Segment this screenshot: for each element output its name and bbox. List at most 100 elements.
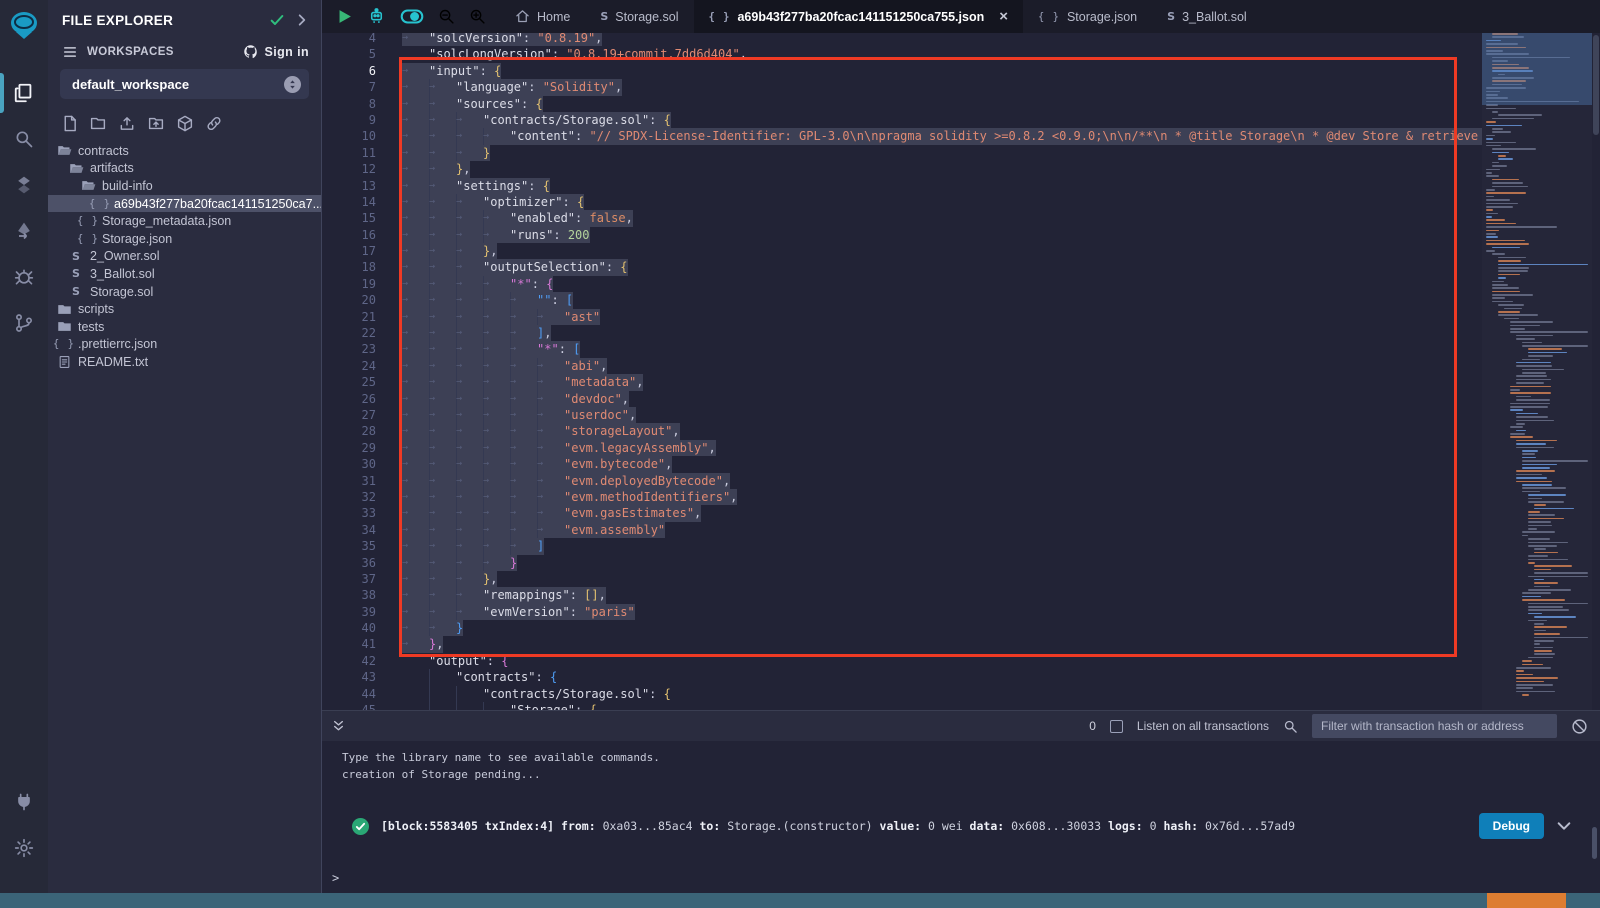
code-line[interactable]: 19→→→→"*": { <box>322 276 1482 292</box>
workspace-select[interactable]: default_workspace <box>60 69 309 99</box>
tree-item[interactable]: build-info <box>48 177 321 195</box>
code-line[interactable]: 24→→→→→→"abi", <box>322 358 1482 374</box>
new-file-icon[interactable] <box>61 115 78 132</box>
code-line[interactable]: 10→→→→"content": "// SPDX-License-Identi… <box>322 128 1482 144</box>
code-line[interactable]: 33→→→→→→"evm.gasEstimates", <box>322 505 1482 521</box>
terminal-search-icon[interactable] <box>1283 719 1298 734</box>
tree-item[interactable]: tests <box>48 318 321 336</box>
debug-button[interactable]: Debug <box>1479 813 1544 839</box>
code-line[interactable]: 36→→→→} <box>322 555 1482 571</box>
transaction-row[interactable]: [block:5583405 txIndex:4] from: 0xa03...… <box>352 813 1600 839</box>
tab-3-ballot-sol[interactable]: S3_Ballot.sol <box>1152 0 1262 33</box>
code-line[interactable]: 22→→→→→], <box>322 325 1482 341</box>
code-line[interactable]: 31→→→→→→"evm.deployedBytecode", <box>322 473 1482 489</box>
sidebar-deploy-run-icon[interactable] <box>0 208 48 254</box>
code-editor[interactable]: 4→"solcVersion": "0.8.19",5"solcLongVers… <box>322 33 1600 710</box>
tx-filter-input[interactable] <box>1312 714 1557 738</box>
code-line[interactable]: 41→}, <box>322 636 1482 652</box>
sidebar-search-icon[interactable] <box>0 116 48 162</box>
code-line[interactable]: 21→→→→→→"ast" <box>322 309 1482 325</box>
tree-item[interactable]: S2_Owner.sol <box>48 248 321 266</box>
tab-storage-sol[interactable]: SStorage.sol <box>585 0 693 33</box>
tree-item[interactable]: { }.prettierrc.json <box>48 336 321 354</box>
sidebar-plugin-manager-icon[interactable] <box>0 779 48 825</box>
code-line[interactable]: 11→→→} <box>322 145 1482 161</box>
sidebar-debugger-icon[interactable] <box>0 254 48 300</box>
code-line[interactable]: 37→→→}, <box>322 571 1482 587</box>
tree-item[interactable]: contracts <box>48 142 321 160</box>
code-line[interactable]: 8→→"sources": { <box>322 96 1482 112</box>
code-line[interactable]: 38→→→"remappings": [], <box>322 587 1482 603</box>
tree-item[interactable]: { }Storage.json <box>48 230 321 248</box>
sidebar-settings-icon[interactable] <box>0 825 48 871</box>
expand-terminal-icon[interactable] <box>332 719 345 734</box>
minimap[interactable] <box>1482 33 1592 710</box>
tree-item[interactable]: SStorage.sol <box>48 283 321 301</box>
code-line[interactable]: 20→→→→→"": [ <box>322 292 1482 308</box>
tree-item[interactable]: scripts <box>48 300 321 318</box>
tree-item[interactable]: artifacts <box>48 160 321 178</box>
tab-close-icon[interactable]: × <box>999 8 1008 25</box>
code-line[interactable]: 12→→}, <box>322 161 1482 177</box>
code-line[interactable]: 26→→→→→→"devdoc", <box>322 391 1482 407</box>
upload-folder-icon[interactable] <box>147 115 165 132</box>
tree-item[interactable]: S3_Ballot.sol <box>48 265 321 283</box>
hamburger-menu-icon[interactable] <box>62 45 78 59</box>
code-line[interactable]: 7→→"language": "Solidity", <box>322 79 1482 95</box>
chevron-right-icon[interactable] <box>295 13 309 27</box>
sidebar-solidity-compiler-icon[interactable] <box>0 162 48 208</box>
new-folder-icon[interactable] <box>89 115 107 132</box>
listen-all-checkbox[interactable] <box>1110 720 1123 733</box>
code-line[interactable]: 27→→→→→→"userdoc", <box>322 407 1482 423</box>
code-line[interactable]: 23→→→→→"*": [ <box>322 341 1482 357</box>
zoom-in-icon[interactable] <box>469 8 486 25</box>
code-line[interactable]: 30→→→→→→"evm.bytecode", <box>322 456 1482 472</box>
code-line[interactable]: 29→→→→→→"evm.legacyAssembly", <box>322 440 1482 456</box>
code-line[interactable]: 34→→→→→→"evm.assembly" <box>322 522 1482 538</box>
tab-storage-json[interactable]: { }Storage.json <box>1023 0 1152 33</box>
code-line[interactable]: 16→→→→"runs": 200 <box>322 227 1482 243</box>
clear-console-icon[interactable] <box>1571 718 1588 735</box>
code-line[interactable]: 43"contracts": { <box>322 669 1482 685</box>
code-line[interactable]: 45"Storage": { <box>322 702 1482 710</box>
sidebar-git-icon[interactable] <box>0 300 48 346</box>
tree-item[interactable]: README.txt <box>48 353 321 371</box>
terminal-prompt[interactable]: > <box>332 871 339 885</box>
editor-scrollbar-thumb[interactable] <box>1593 35 1599 135</box>
cube-icon[interactable] <box>176 115 194 132</box>
code-line[interactable]: 42"output": { <box>322 653 1482 669</box>
code-line[interactable]: 9→→→"contracts/Storage.sol": { <box>322 112 1482 128</box>
code-line[interactable]: 15→→→→"enabled": false, <box>322 210 1482 226</box>
tree-item[interactable]: { }a69b43f277ba20fcac141151250ca7... <box>48 195 321 213</box>
code-line[interactable]: 28→→→→→→"storageLayout", <box>322 423 1482 439</box>
zoom-out-icon[interactable] <box>438 8 455 25</box>
code-line[interactable]: 44"contracts/Storage.sol": { <box>322 686 1482 702</box>
play-icon[interactable] <box>336 8 353 25</box>
code-line[interactable]: 39→→→"evmVersion": "paris" <box>322 604 1482 620</box>
workspace-sort-icon[interactable] <box>284 76 301 93</box>
code-line[interactable]: 14→→→"optimizer": { <box>322 194 1482 210</box>
code-line[interactable]: 17→→→}, <box>322 243 1482 259</box>
terminal-scrollbar-thumb[interactable] <box>1592 827 1597 859</box>
code-line[interactable]: 4→"solcVersion": "0.8.19", <box>322 33 1482 46</box>
tx-expand-chevron-icon[interactable] <box>1556 818 1572 834</box>
code-line[interactable]: 25→→→→→→"metadata", <box>322 374 1482 390</box>
code-line[interactable]: 5"solcLongVersion": "0.8.19+commit.7dd6d… <box>322 46 1482 62</box>
code-line[interactable]: 40→→} <box>322 620 1482 636</box>
minimap-viewport[interactable] <box>1482 33 1592 105</box>
status-bar-alert-segment[interactable] <box>1487 893 1566 908</box>
code-line[interactable]: 32→→→→→→"evm.methodIdentifiers", <box>322 489 1482 505</box>
toggle-icon[interactable] <box>400 8 424 25</box>
robot-icon[interactable] <box>367 7 386 26</box>
link-icon[interactable] <box>205 115 223 132</box>
tab-home[interactable]: Home <box>500 0 585 33</box>
tree-item[interactable]: { }Storage_metadata.json <box>48 212 321 230</box>
tab-a69b43f277ba20fcac141151250ca755-json[interactable]: { }a69b43f277ba20fcac141151250ca755.json… <box>694 0 1023 33</box>
sign-in-button[interactable]: Sign in <box>242 44 309 59</box>
upload-file-icon[interactable] <box>118 115 136 132</box>
code-line[interactable]: 13→→"settings": { <box>322 178 1482 194</box>
sidebar-file-explorer-icon[interactable] <box>0 70 48 116</box>
code-line[interactable]: 6→"input": { <box>322 63 1482 79</box>
code-line[interactable]: 18→→→"outputSelection": { <box>322 259 1482 275</box>
code-line[interactable]: 35→→→→→] <box>322 538 1482 554</box>
